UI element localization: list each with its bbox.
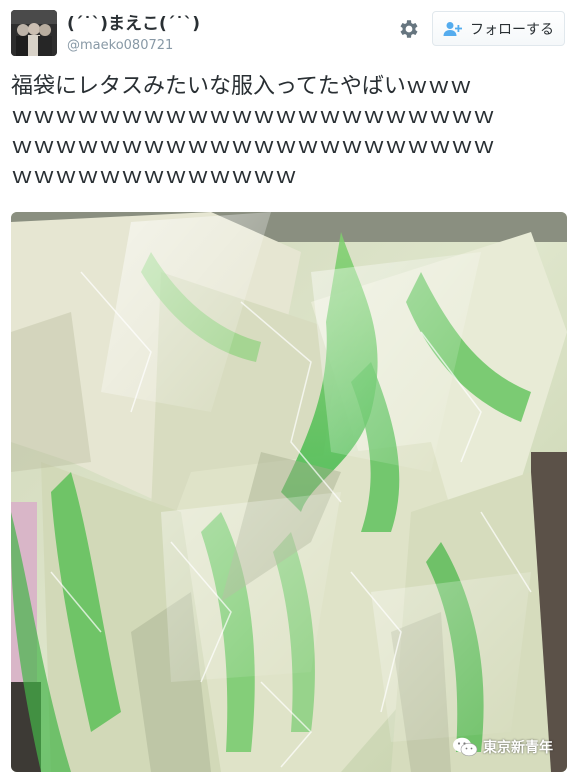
add-user-icon bbox=[443, 21, 463, 37]
tweet-text-line: ｗｗｗｗｗｗｗｗｗｗｗｗｗ bbox=[11, 164, 298, 189]
user-handle[interactable]: @maeko080721 bbox=[67, 38, 173, 54]
watermark: 東京新青年 bbox=[452, 737, 553, 757]
tweet-text-line: 福袋にレタスみたいな服入ってたやばいｗｗｗ bbox=[11, 74, 472, 99]
lettuce-garment-photo bbox=[11, 212, 567, 772]
tweet-text-line: ｗｗｗｗｗｗｗｗｗｗｗｗｗｗｗｗｗｗｗｗｗｗ bbox=[11, 134, 496, 159]
tweet-text: 福袋にレタスみたいな服入ってたやばいｗｗｗ ｗｗｗｗｗｗｗｗｗｗｗｗｗｗｗｗｗｗ… bbox=[11, 72, 563, 192]
follow-label: フォローする bbox=[470, 21, 554, 38]
display-name[interactable]: (ˊ˙ˋ)まえこ(ˊ˙ˋ) bbox=[67, 14, 200, 34]
avatar[interactable] bbox=[11, 10, 57, 56]
gear-icon[interactable] bbox=[397, 17, 421, 41]
watermark-text: 東京新青年 bbox=[483, 740, 553, 756]
tweet-card: (ˊ˙ˋ)まえこ(ˊ˙ˋ) @maeko080721 フォローする 福袋にレタス… bbox=[0, 0, 573, 778]
wechat-icon bbox=[452, 737, 478, 757]
tweet-text-line: ｗｗｗｗｗｗｗｗｗｗｗｗｗｗｗｗｗｗｗｗｗｗ bbox=[11, 104, 496, 129]
avatar-photo bbox=[11, 10, 57, 56]
tweet-photo[interactable] bbox=[11, 212, 567, 772]
follow-button[interactable]: フォローする bbox=[432, 11, 565, 46]
